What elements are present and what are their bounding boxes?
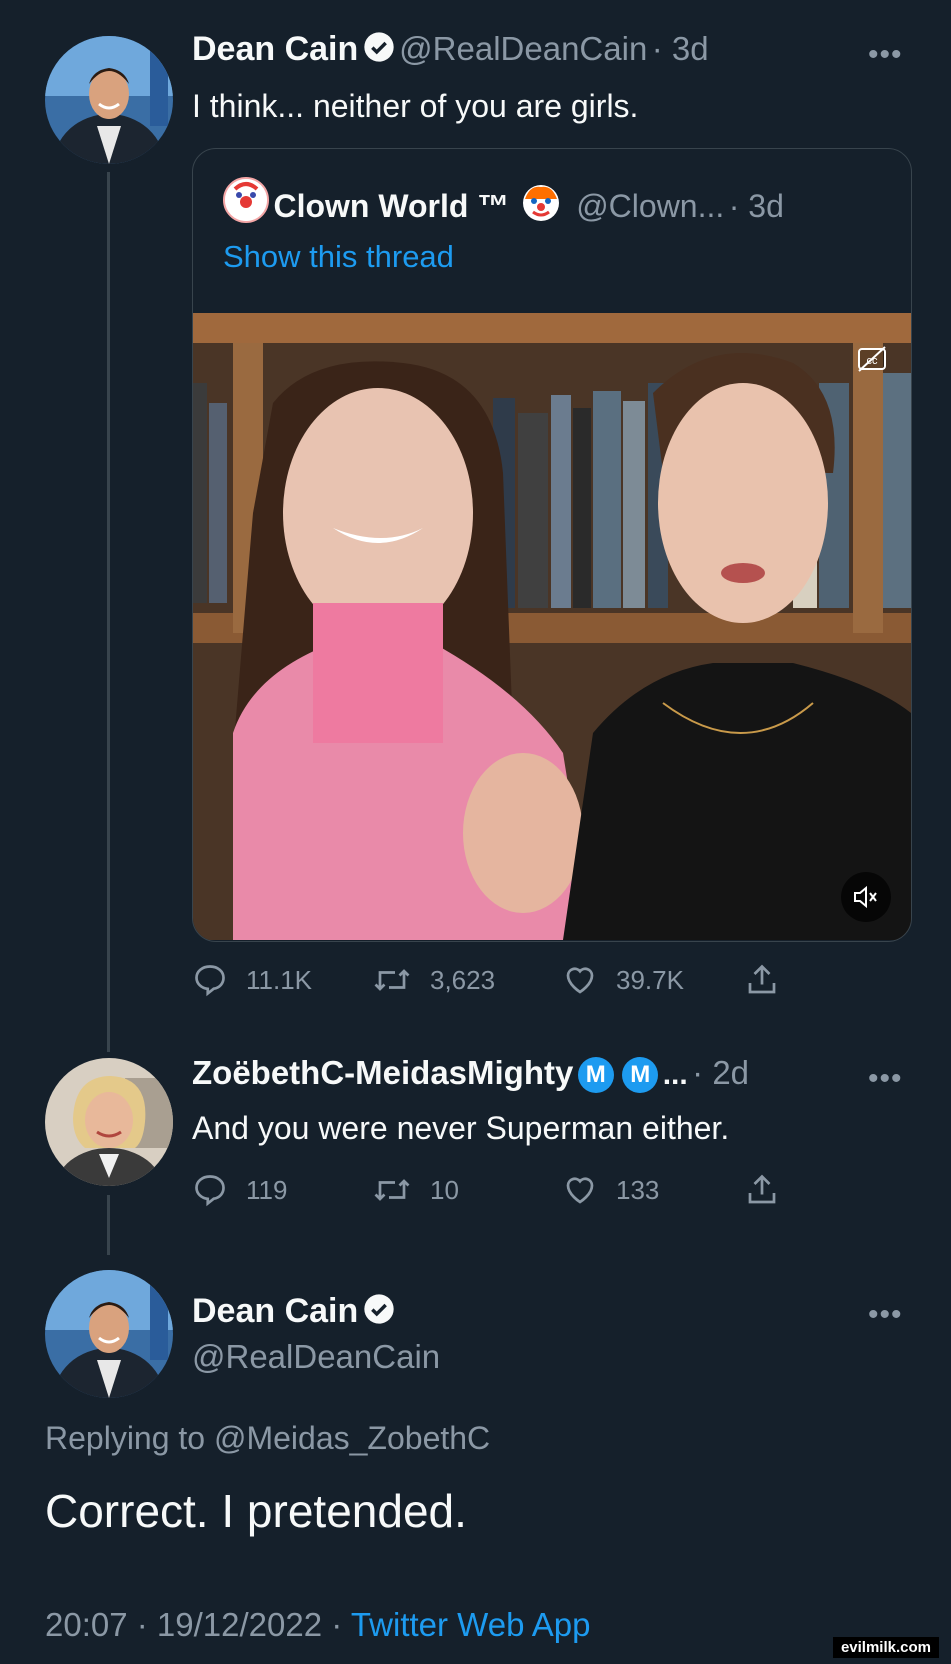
author-name[interactable]: Dean Cain xyxy=(192,1292,358,1330)
replying-to: Replying to @Meidas_ZobethC xyxy=(45,1420,490,1457)
thread-line xyxy=(107,1195,110,1255)
badge-m-icon: M xyxy=(622,1057,659,1093)
name-ellipsis: ... xyxy=(662,1058,688,1091)
reply-count: 11.1K xyxy=(246,964,313,995)
share-button[interactable] xyxy=(744,1172,798,1208)
quoted-author-name[interactable]: Clown World ™ xyxy=(273,188,509,224)
badge-m-icon: M xyxy=(577,1057,614,1093)
tweet-time[interactable]: · 2d xyxy=(692,1054,749,1091)
reply-icon xyxy=(195,965,225,997)
retweet-icon xyxy=(374,1179,410,1201)
replying-to-handle[interactable]: @Meidas_ZobethC xyxy=(214,1420,490,1456)
retweet-icon xyxy=(374,969,410,991)
avatar[interactable] xyxy=(45,1058,173,1186)
video-player[interactable]: cc xyxy=(193,313,911,940)
like-count: 39.7K xyxy=(616,964,684,995)
tweet-time[interactable]: · 3d xyxy=(652,30,709,67)
thread-line xyxy=(107,172,110,1052)
verified-icon xyxy=(363,1293,395,1330)
share-button[interactable] xyxy=(744,962,798,998)
author-handle[interactable]: @RealDeanCain xyxy=(192,1338,440,1376)
tweet-header: Dean Cain @RealDeanCain · 3d xyxy=(192,30,709,69)
reply-count: 119 xyxy=(246,1174,288,1205)
tweet-header: Dean Cain xyxy=(192,1292,395,1331)
like-button[interactable]: 133 xyxy=(562,1172,659,1208)
tweet-text: And you were never Superman either. xyxy=(192,1110,730,1146)
avatar[interactable] xyxy=(45,1270,173,1398)
watermark: evilmilk.com xyxy=(832,1637,939,1658)
quoted-author-handle[interactable]: @Clown... xyxy=(576,188,724,224)
share-icon xyxy=(748,964,776,994)
quoted-tweet-time[interactable]: · 3d xyxy=(729,188,784,224)
like-count: 133 xyxy=(616,1174,660,1205)
tweet-actions: 119 10 133 xyxy=(192,1172,792,1212)
tweet-header: ZoëbethC-MeidasMighty M M ... · 2d xyxy=(192,1054,749,1093)
mute-icon[interactable] xyxy=(841,872,891,922)
like-button[interactable]: 39.7K xyxy=(562,962,684,998)
reply-icon xyxy=(195,1175,225,1207)
reply-button[interactable]: 119 xyxy=(192,1172,287,1208)
source-link[interactable]: Twitter Web App xyxy=(351,1606,591,1643)
more-options-icon[interactable]: ••• xyxy=(868,38,903,72)
retweet-button[interactable]: 3,623 xyxy=(372,962,495,998)
author-handle[interactable]: @RealDeanCain xyxy=(399,30,647,67)
video-frame xyxy=(193,313,911,940)
show-thread-link[interactable]: Show this thread xyxy=(223,239,454,275)
author-name[interactable]: Dean Cain xyxy=(192,30,358,68)
quoted-header: Clown World ™ @Clown... · 3d xyxy=(223,177,784,228)
tweet-text: Correct. I pretended. xyxy=(45,1485,467,1537)
reply-button[interactable]: 11.1K xyxy=(192,962,312,998)
more-options-icon[interactable]: ••• xyxy=(868,1062,903,1096)
more-options-icon[interactable]: ••• xyxy=(868,1298,903,1332)
clown-face-icon xyxy=(520,181,562,228)
retweet-count: 10 xyxy=(430,1174,459,1205)
replying-to-label: Replying to xyxy=(45,1420,214,1456)
tweet-timestamp: 20:07 · 19/12/2022 · Twitter Web App xyxy=(45,1606,590,1644)
tweet-actions: 11.1K 3,623 39.7K xyxy=(192,962,792,1002)
retweet-button[interactable]: 10 xyxy=(372,1172,459,1208)
clown-avatar-icon xyxy=(223,177,269,223)
svg-text:cc: cc xyxy=(867,355,879,367)
share-icon xyxy=(748,1174,776,1204)
heart-icon xyxy=(566,967,594,994)
avatar[interactable] xyxy=(45,36,173,164)
timestamp-text[interactable]: 20:07 · 19/12/2022 · xyxy=(45,1606,351,1643)
captions-icon[interactable]: cc xyxy=(855,341,891,382)
tweet-text: I think... neither of you are girls. xyxy=(192,88,639,124)
quoted-tweet[interactable]: Clown World ™ @Clown... · 3d Show this t… xyxy=(192,148,912,942)
author-name[interactable]: ZoëbethC-MeidasMighty xyxy=(192,1054,573,1091)
verified-icon xyxy=(363,31,395,68)
heart-icon xyxy=(566,1177,594,1204)
retweet-count: 3,623 xyxy=(430,964,496,995)
